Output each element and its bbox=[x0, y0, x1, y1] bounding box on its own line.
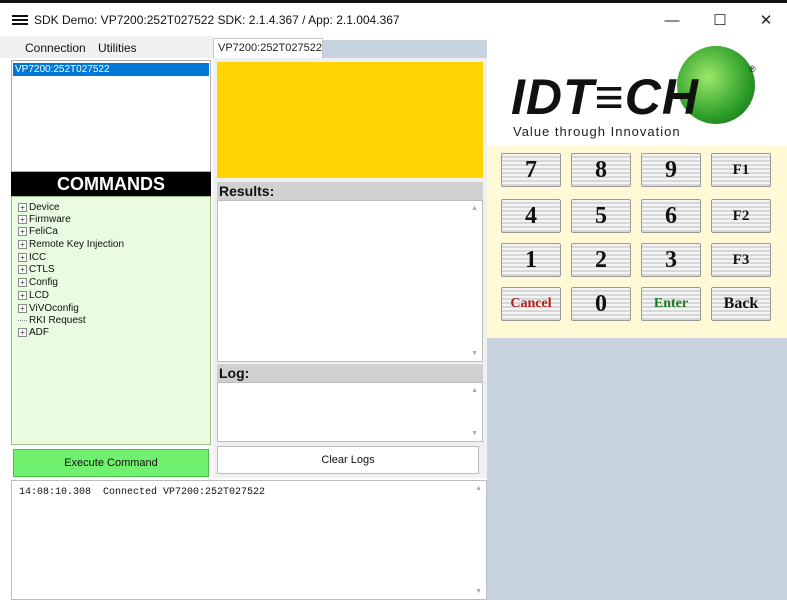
tree-item-lcd[interactable]: + LCD bbox=[18, 290, 49, 301]
expand-icon[interactable]: + bbox=[18, 214, 27, 224]
key-6[interactable]: 6 bbox=[641, 199, 701, 233]
tree-item-remote-key-injection[interactable]: + Remote Key Injection bbox=[18, 239, 124, 250]
expand-icon[interactable]: + bbox=[18, 303, 27, 313]
expand-icon[interactable]: + bbox=[18, 239, 27, 249]
key-4[interactable]: 4 bbox=[501, 199, 561, 233]
log-textbox[interactable]: ▲ ▼ bbox=[217, 382, 483, 442]
expand-icon[interactable]: + bbox=[18, 252, 27, 262]
expand-icon[interactable]: + bbox=[18, 290, 27, 300]
menu-utilities[interactable]: Utilities bbox=[98, 41, 137, 55]
menu-connection[interactable]: Connection bbox=[25, 41, 86, 55]
key-f2[interactable]: F2 bbox=[711, 199, 771, 233]
log-line: 14:08:10.308 Connected VP7200:252T027522 bbox=[19, 487, 266, 498]
expand-icon[interactable]: + bbox=[18, 202, 27, 212]
clear-logs-button[interactable]: Clear Logs bbox=[217, 446, 479, 474]
scroll-up-icon[interactable]: ▲ bbox=[471, 205, 478, 212]
tree-item-config[interactable]: + Config bbox=[18, 277, 58, 288]
tree-item-firmware[interactable]: + Firmware bbox=[18, 214, 71, 225]
scroll-down-icon[interactable]: ▼ bbox=[475, 588, 482, 595]
scroll-down-icon[interactable]: ▼ bbox=[471, 430, 478, 437]
tree-line-icon bbox=[18, 319, 27, 321]
commands-tree[interactable]: + Device + Firmware + FeliCa + Remote Key In… bbox=[11, 196, 211, 445]
key-5[interactable]: 5 bbox=[571, 199, 631, 233]
maximize-button[interactable]: ☐ bbox=[700, 9, 740, 33]
app-icon bbox=[12, 15, 28, 27]
tree-item-felica[interactable]: + FeliCa bbox=[18, 226, 58, 237]
keypad: 7 8 9 F1 4 5 6 F2 1 2 3 F3 Cancel 0 Ente… bbox=[487, 146, 787, 338]
results-textbox[interactable]: ▲ ▼ bbox=[217, 200, 483, 362]
device-list[interactable]: VP7200:252T027522 bbox=[11, 60, 211, 172]
tree-item-device[interactable]: + Device bbox=[18, 202, 60, 213]
expand-icon[interactable]: + bbox=[18, 264, 27, 274]
key-f3[interactable]: F3 bbox=[711, 243, 771, 277]
right-empty-panel bbox=[487, 338, 787, 600]
commands-header: COMMANDS bbox=[11, 172, 211, 196]
device-list-item[interactable]: VP7200:252T027522 bbox=[13, 63, 209, 76]
log-header: Log: bbox=[217, 364, 483, 382]
tree-item-vivoconfig[interactable]: + ViVOconfig bbox=[18, 303, 79, 314]
key-1[interactable]: 1 bbox=[501, 243, 561, 277]
tree-item-rki-request[interactable]: RKI Request bbox=[18, 315, 86, 326]
tree-item-icc[interactable]: + ICC bbox=[18, 252, 46, 263]
key-8[interactable]: 8 bbox=[571, 153, 631, 187]
results-header: Results: bbox=[217, 182, 483, 200]
key-enter[interactable]: Enter bbox=[641, 287, 701, 321]
key-0[interactable]: 0 bbox=[571, 287, 631, 321]
tree-item-adf[interactable]: + ADF bbox=[18, 327, 49, 338]
idtech-logo: IDT≡CH ® Value through Innovation bbox=[487, 40, 787, 146]
scroll-down-icon[interactable]: ▼ bbox=[471, 350, 478, 357]
key-back[interactable]: Back bbox=[711, 287, 771, 321]
tree-item-ctls[interactable]: + CTLS bbox=[18, 264, 55, 275]
title-bar: SDK Demo: VP7200:252T027522 SDK: 2.1.4.3… bbox=[0, 0, 787, 34]
window-title: SDK Demo: VP7200:252T027522 SDK: 2.1.4.3… bbox=[34, 13, 400, 27]
tab-strip bbox=[323, 40, 487, 58]
expand-icon[interactable]: + bbox=[18, 327, 27, 337]
logo-tagline: Value through Innovation bbox=[513, 124, 681, 139]
key-9[interactable]: 9 bbox=[641, 153, 701, 187]
expand-icon[interactable]: + bbox=[18, 277, 27, 287]
key-7[interactable]: 7 bbox=[501, 153, 561, 187]
menu-bar: Connection Utilities bbox=[0, 36, 213, 58]
key-3[interactable]: 3 bbox=[641, 243, 701, 277]
registered-mark: ® bbox=[749, 64, 756, 74]
key-2[interactable]: 2 bbox=[571, 243, 631, 277]
close-button[interactable]: ✕ bbox=[746, 9, 786, 33]
key-f1[interactable]: F1 bbox=[711, 153, 771, 187]
expand-icon[interactable]: + bbox=[18, 226, 27, 236]
scroll-up-icon[interactable]: ▲ bbox=[471, 387, 478, 394]
status-display bbox=[217, 62, 483, 178]
execute-command-button[interactable]: Execute Command bbox=[13, 449, 209, 477]
key-cancel[interactable]: Cancel bbox=[501, 287, 561, 321]
tab-device[interactable]: VP7200:252T027522 bbox=[213, 38, 323, 58]
output-log[interactable]: 14:08:10.308 Connected VP7200:252T027522… bbox=[11, 480, 487, 600]
scroll-up-icon[interactable]: ▲ bbox=[475, 485, 482, 492]
logo-wordmark: IDT≡CH bbox=[511, 69, 699, 125]
minimize-button[interactable]: — bbox=[652, 9, 692, 33]
